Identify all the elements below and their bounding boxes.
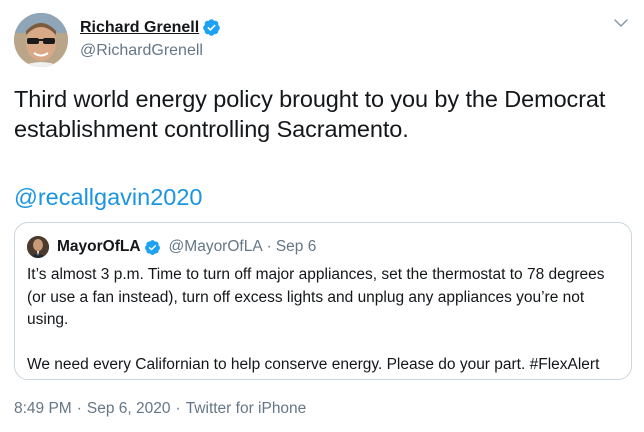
avatar[interactable] xyxy=(14,13,68,67)
author-handle[interactable]: @RichardGrenell xyxy=(80,42,221,60)
footer-separator-2: · xyxy=(175,400,181,417)
tweet-footer: 8:49 PM · Sep 6, 2020 · Twitter for iPho… xyxy=(14,400,306,418)
chevron-down-icon[interactable] xyxy=(612,14,630,32)
quoted-tweet[interactable]: MayorOfLA @MayorOfLA · Sep 6 It’s almost… xyxy=(14,222,632,380)
quoted-display-name: MayorOfLA xyxy=(57,238,141,255)
footer-separator-1: · xyxy=(76,400,82,417)
quoted-handle: @MayorOfLA xyxy=(168,238,263,255)
tweet-time[interactable]: 8:49 PM xyxy=(14,400,72,418)
quoted-verified-badge-icon xyxy=(144,239,160,255)
author-names: Richard Grenell @RichardGrenell xyxy=(80,18,221,60)
quoted-paragraph-2: We need every Californian to help conser… xyxy=(27,355,600,373)
quoted-avatar xyxy=(27,236,49,258)
display-name-row: Richard Grenell xyxy=(80,18,221,37)
tweet-card: Richard Grenell @RichardGrenell Third wo… xyxy=(0,0,644,432)
mention-link[interactable]: @recallgavin2020 xyxy=(14,182,202,212)
tweet-date[interactable]: Sep 6, 2020 xyxy=(87,400,171,418)
quoted-separator: · xyxy=(266,238,272,255)
tweet-text: Third world energy policy brought to you… xyxy=(14,86,606,142)
quoted-date: Sep 6 xyxy=(275,238,317,255)
tweet-header: Richard Grenell @RichardGrenell xyxy=(14,12,221,68)
quoted-paragraph-1: It’s almost 3 p.m. Time to turn off majo… xyxy=(27,266,605,328)
tweet-source[interactable]: Twitter for iPhone xyxy=(186,400,307,418)
author-display-name[interactable]: Richard Grenell xyxy=(80,19,199,37)
verified-badge-icon xyxy=(203,19,220,36)
avatar-image xyxy=(14,13,68,67)
quoted-avatar-image xyxy=(27,236,49,258)
quoted-tweet-header: MayorOfLA @MayorOfLA · Sep 6 xyxy=(27,235,316,259)
quoted-tweet-body: It’s almost 3 p.m. Time to turn off majo… xyxy=(27,264,621,376)
